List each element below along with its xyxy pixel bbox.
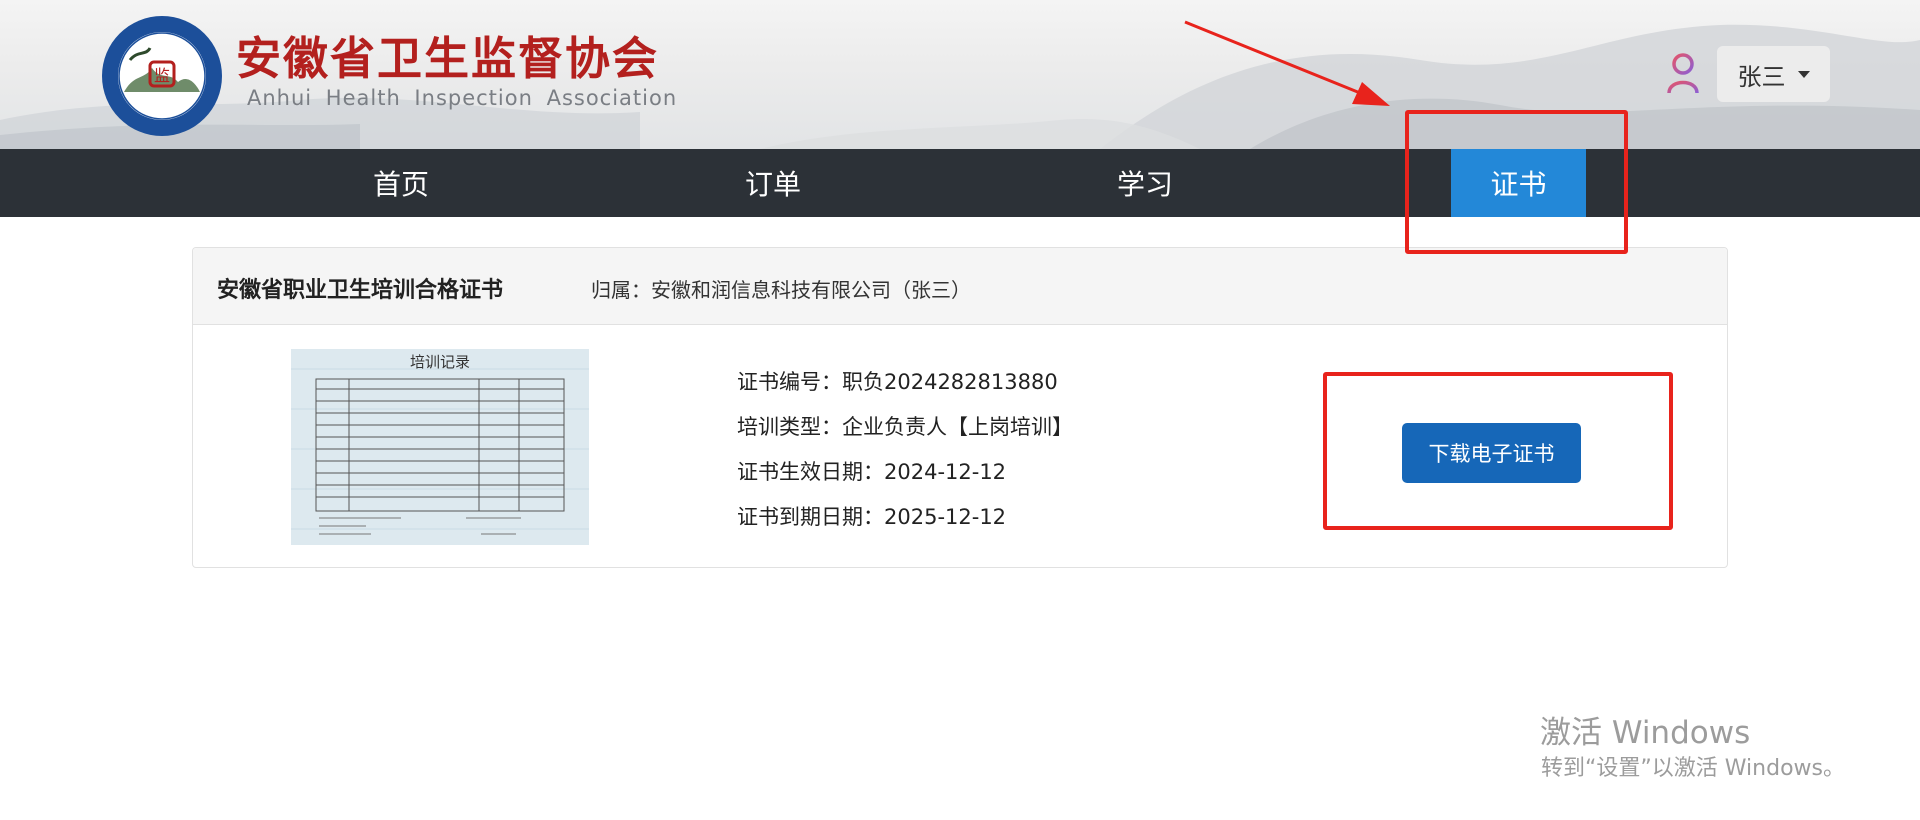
expiry-date-label: 证书到期日期： — [737, 505, 884, 529]
certificate-number-label: 证书编号： — [737, 370, 842, 394]
training-type-label: 培训类型： — [737, 415, 842, 439]
expiry-date-value: 2025-12-12 — [884, 505, 1007, 529]
user-menu-button[interactable]: 张三 — [1717, 46, 1830, 102]
svg-text:监: 监 — [154, 66, 170, 85]
training-type-row: 培训类型：企业负责人【上岗培训】 — [737, 405, 1073, 450]
effective-date-value: 2024-12-12 — [884, 460, 1007, 484]
expiry-date-row: 证书到期日期：2025-12-12 — [737, 495, 1073, 540]
nav-item-orders[interactable]: 订单 — [718, 149, 828, 217]
effective-date-row: 证书生效日期：2024-12-12 — [737, 450, 1073, 495]
certificate-card-header: 安徽省职业卫生培训合格证书 归属：安徽和润信息科技有限公司（张三） — [193, 248, 1727, 325]
certificate-number-row: 证书编号：职负2024282813880 — [737, 360, 1073, 405]
windows-activation-hint: 转到“设置”以激活 Windows。 — [1541, 756, 1845, 781]
certificate-info: 证书编号：职负2024282813880 培训类型：企业负责人【上岗培训】 证书… — [737, 360, 1073, 540]
caret-down-icon — [1797, 70, 1810, 78]
certificate-owner: 归属：安徽和润信息科技有限公司（张三） — [591, 278, 971, 302]
thumbnail-title: 培训记录 — [410, 353, 470, 371]
training-type-value: 企业负责人【上岗培训】 — [842, 415, 1073, 439]
nav-item-certificates[interactable]: 证书 — [1451, 149, 1586, 217]
nav-item-home[interactable]: 首页 — [346, 149, 456, 217]
user-name: 张三 — [1737, 62, 1786, 91]
brand-name-english: Anhui Health Inspection Association — [247, 86, 678, 110]
download-certificate-button[interactable]: 下载电子证书 — [1402, 423, 1581, 483]
certificate-title: 安徽省职业卫生培训合格证书 — [217, 278, 504, 303]
association-logo-icon: 监 — [102, 16, 222, 136]
site-header: 监 安徽省卫生监督协会 Anhui Health Inspection Asso… — [0, 0, 1920, 149]
nav-item-study[interactable]: 学习 — [1090, 149, 1200, 217]
brand-name-chinese: 安徽省卫生监督协会 — [236, 32, 660, 85]
certificate-number-value: 职负2024282813880 — [842, 370, 1058, 394]
windows-activation-title: 激活 Windows — [1540, 715, 1751, 751]
user-icon[interactable] — [1666, 52, 1700, 94]
effective-date-label: 证书生效日期： — [737, 460, 884, 484]
certificate-card: 安徽省职业卫生培训合格证书 归属：安徽和润信息科技有限公司（张三） 培训记录 证… — [192, 247, 1728, 568]
certificate-thumbnail[interactable]: 培训记录 — [291, 349, 589, 545]
main-navigation: 首页 订单 学习 证书 — [0, 149, 1920, 217]
